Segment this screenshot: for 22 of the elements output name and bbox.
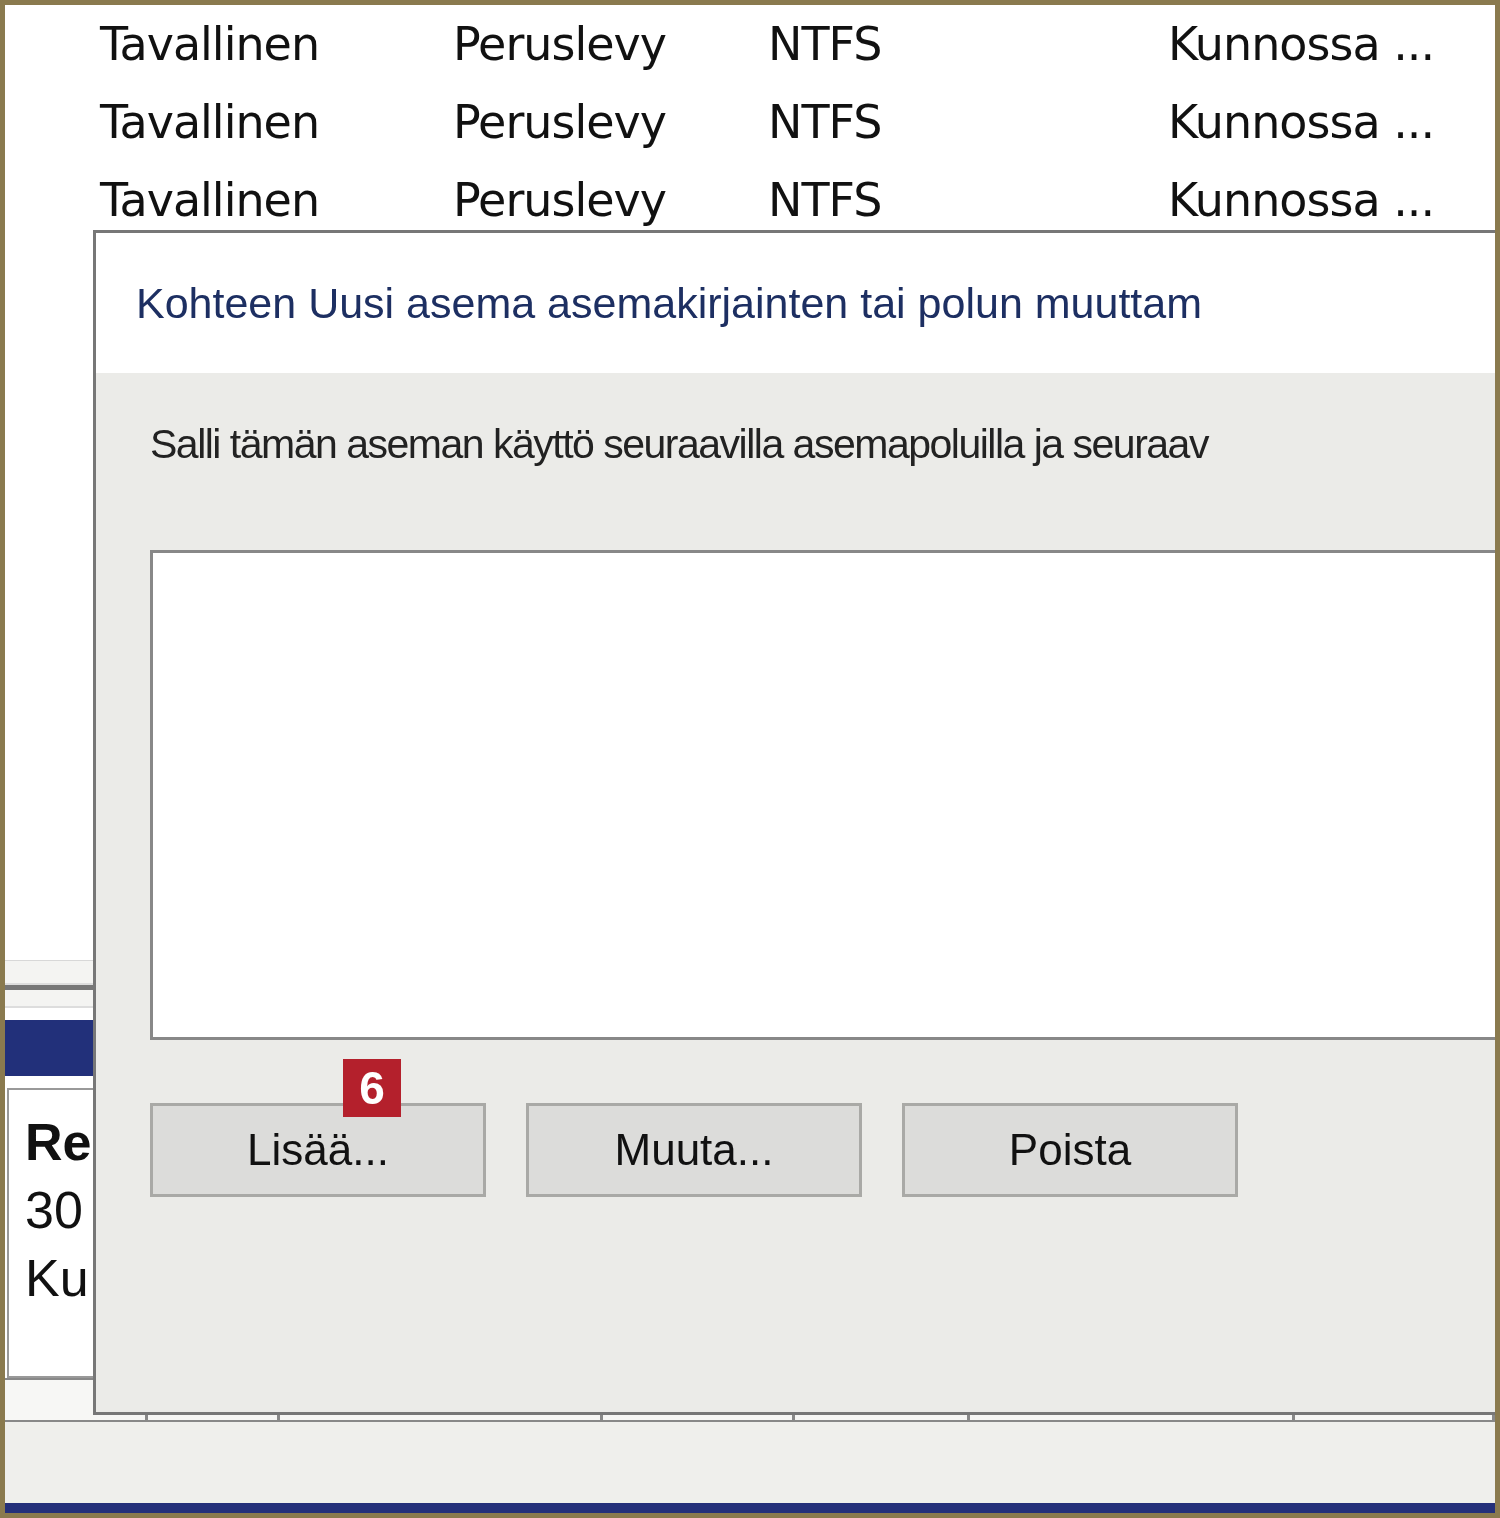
step-badge: 6 [343, 1059, 401, 1117]
disk-status: Ku [25, 1248, 89, 1309]
dialog-button[interactable]: Lisää... [150, 1103, 486, 1197]
table-cell-text: NTFS [768, 95, 883, 149]
disk-title: Re [25, 1112, 92, 1173]
dialog-title: Kohteen Uusi asema asemakirjainten tai polun muuttam [136, 278, 1202, 328]
table-cell-text: Peruslevy [453, 173, 667, 227]
disk-size: 30 [25, 1180, 83, 1241]
table-cell-text: NTFS [768, 17, 883, 71]
table-cell-text: Peruslevy [453, 17, 667, 71]
table-cell-text: NTFS [768, 173, 883, 227]
table-cell-text: Kunnossa ... [1168, 173, 1436, 227]
table-cell-text: Tavallinen [100, 173, 321, 227]
instruction-text: Salli tämän aseman käyttö seuraavilla asemapoluilla ja seuraav [150, 421, 1208, 468]
table-cell-text: Tavallinen [100, 17, 321, 71]
path-list[interactable] [150, 550, 1495, 1040]
table-cell-text: Tavallinen [100, 95, 321, 149]
dialog-button[interactable]: Muuta... [526, 1103, 862, 1197]
table-cell-text: Kunnossa ... [1168, 17, 1436, 71]
table-cell-text: Kunnossa ... [1168, 95, 1436, 149]
table-cell-text: Peruslevy [453, 95, 667, 149]
dialog-button[interactable]: Poista [902, 1103, 1238, 1197]
